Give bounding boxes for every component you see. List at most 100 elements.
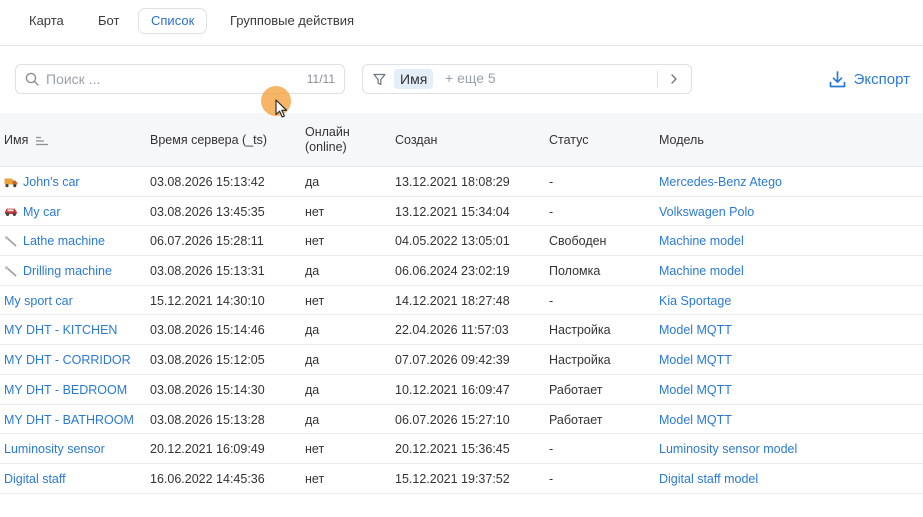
tool-icon <box>4 265 18 277</box>
object-name-label: John's car <box>23 175 80 189</box>
cell-created: 13.12.2021 18:08:29 <box>395 175 510 189</box>
cell-created: 10.12.2021 16:09:47 <box>395 382 510 397</box>
object-name-label: MY DHT - BEDROOM <box>4 382 128 397</box>
search-icon <box>25 72 39 86</box>
filter-more-label[interactable]: + еще 5 <box>445 70 496 86</box>
table-row[interactable]: Digital staff 16.06.2022 14:45:36 нет 15.12… <box>0 464 923 494</box>
cell-server-time: 20.12.2021 16:09:49 <box>150 442 265 457</box>
chevron-right-icon[interactable] <box>668 73 680 85</box>
column-header-created[interactable]: Создан <box>395 133 437 147</box>
table-row[interactable]: MY DHT - KITCHEN 03.08.2026 15:14:46 да 22.… <box>0 315 923 346</box>
tab-list[interactable]: Список <box>138 8 208 34</box>
car-icon <box>4 206 18 217</box>
cell-status: Работает <box>549 382 603 397</box>
cell-online: да <box>305 353 320 368</box>
cell-online: да <box>305 323 320 338</box>
table-header: Имя Время сервера (_ts) Онлайн (online) … <box>0 113 923 167</box>
cell-model-link[interactable]: Model MQTT <box>659 383 732 397</box>
object-name-link[interactable]: Digital staff <box>4 472 66 486</box>
object-name-link[interactable]: My car <box>4 205 61 219</box>
cell-status: - <box>549 293 554 308</box>
cell-server-time: 03.08.2026 15:12:05 <box>150 353 265 368</box>
column-header-status[interactable]: Статус <box>549 133 589 147</box>
cell-server-time: 16.06.2022 14:45:36 <box>150 471 265 486</box>
table-body: John's car 03.08.2026 15:13:42 да 13.12.202… <box>0 167 923 494</box>
table-row[interactable]: MY DHT - BEDROOM 03.08.2026 15:14:30 да 10.… <box>0 375 923 405</box>
table-row[interactable]: John's car 03.08.2026 15:13:42 да 13.12.202… <box>0 167 923 197</box>
cell-model-link[interactable]: Digital staff model <box>659 472 758 486</box>
cell-online: нет <box>305 471 325 486</box>
cell-created: 04.05.2022 13:05:01 <box>395 234 510 249</box>
cell-server-time: 03.08.2026 15:13:28 <box>150 412 265 427</box>
object-name-link[interactable]: My sport car <box>4 294 73 308</box>
table-row[interactable]: My car 03.08.2026 13:45:35 нет 13.12.2021 1… <box>0 197 923 227</box>
cell-online: нет <box>305 204 325 219</box>
cell-status: - <box>549 471 554 486</box>
object-name-label: My sport car <box>4 293 73 308</box>
column-header-name[interactable]: Имя <box>4 133 49 147</box>
cell-model-link[interactable]: Mercedes-Benz Atego <box>659 175 782 189</box>
table-row[interactable]: Lathe machine 06.07.2026 15:28:11 нет 04.05… <box>0 226 923 257</box>
cell-model-link[interactable]: Volkswagen Polo <box>659 205 754 219</box>
table-row[interactable]: Luminosity sensor 20.12.2021 16:09:49 нет 2… <box>0 434 923 464</box>
search-input[interactable] <box>46 69 286 89</box>
cell-online: нет <box>305 293 325 308</box>
cell-status: Свободен <box>549 234 607 249</box>
cell-created: 15.12.2021 19:37:52 <box>395 471 510 486</box>
sort-icon[interactable] <box>36 136 49 146</box>
cell-online: да <box>305 412 320 427</box>
column-header-server-time[interactable]: Время сервера (_ts) <box>150 133 267 147</box>
filter-separator <box>657 71 658 88</box>
object-name-label: Digital staff <box>4 471 66 486</box>
table-row[interactable]: MY DHT - CORRIDOR 03.08.2026 15:12:05 да 07… <box>0 345 923 375</box>
object-name-label: MY DHT - BATHROOM <box>4 412 134 427</box>
filter-chip-name[interactable]: Имя <box>394 69 434 89</box>
object-name-link[interactable]: MY DHT - BATHROOM <box>4 413 134 427</box>
cell-model-link[interactable]: Machine model <box>659 234 744 248</box>
object-name-label: Lathe machine <box>23 234 106 249</box>
export-label: Экспорт <box>853 70 910 88</box>
table-row[interactable]: My sport car 15.12.2021 14:30:10 нет 14.12.… <box>0 286 923 316</box>
cell-online: да <box>305 264 320 279</box>
object-name-link[interactable]: MY DHT - KITCHEN <box>4 323 117 337</box>
column-header-online-line2: (online) <box>305 140 347 154</box>
object-name-label: MY DHT - KITCHEN <box>4 323 118 338</box>
cell-created: 14.12.2021 18:27:48 <box>395 293 510 308</box>
tool-icon <box>4 236 18 247</box>
cell-server-time: 06.07.2026 15:28:11 <box>150 234 264 249</box>
cell-server-time: 03.08.2026 15:14:30 <box>150 382 265 397</box>
cell-created: 20.12.2021 15:36:45 <box>395 442 510 457</box>
object-name-link[interactable]: MY DHT - CORRIDOR <box>4 353 131 367</box>
table-row[interactable]: Drilling machine 03.08.2026 15:13:31 да 06.… <box>0 256 923 286</box>
search-box: 11/11 <box>15 64 345 94</box>
mouse-cursor-icon <box>275 99 288 118</box>
cell-online: да <box>305 175 320 189</box>
cell-model-link[interactable]: Model MQTT <box>659 353 732 367</box>
cell-model-link[interactable]: Kia Sportage <box>659 294 731 308</box>
column-header-model[interactable]: Модель <box>659 133 704 147</box>
cell-model-link[interactable]: Model MQTT <box>659 323 732 337</box>
object-name-link[interactable]: Luminosity sensor <box>4 442 105 456</box>
cell-model-link[interactable]: Machine model <box>659 264 744 278</box>
truck-icon <box>4 177 18 188</box>
cell-status: - <box>549 175 554 189</box>
table-row[interactable]: MY DHT - BATHROOM 03.08.2026 15:13:28 да 06… <box>0 405 923 435</box>
cell-status: Настройка <box>549 353 611 368</box>
object-name-link[interactable]: MY DHT - BEDROOM <box>4 383 127 397</box>
filter-box[interactable]: Имя + еще 5 <box>362 64 692 94</box>
column-header-online-line1: Онлайн <box>305 125 350 139</box>
object-name-link[interactable]: Drilling machine <box>4 264 112 278</box>
export-button[interactable]: Экспорт <box>828 68 910 90</box>
column-header-online[interactable]: Онлайн (online) <box>305 125 350 155</box>
tab-group-actions[interactable]: Групповые действия <box>217 8 367 34</box>
tab-bot[interactable]: Бот <box>85 8 132 34</box>
tab-map[interactable]: Карта <box>16 8 77 34</box>
cell-status: Поломка <box>549 264 601 279</box>
cell-created: 07.07.2026 09:42:39 <box>395 353 510 368</box>
object-name-link[interactable]: Lathe machine <box>4 234 105 248</box>
cell-server-time: 15.12.2021 14:30:10 <box>150 293 265 308</box>
cell-model-link[interactable]: Luminosity sensor model <box>659 442 797 456</box>
cell-model-link[interactable]: Model MQTT <box>659 413 732 427</box>
object-name-link[interactable]: John's car <box>4 175 80 189</box>
search-result-count: 11/11 <box>306 72 335 86</box>
